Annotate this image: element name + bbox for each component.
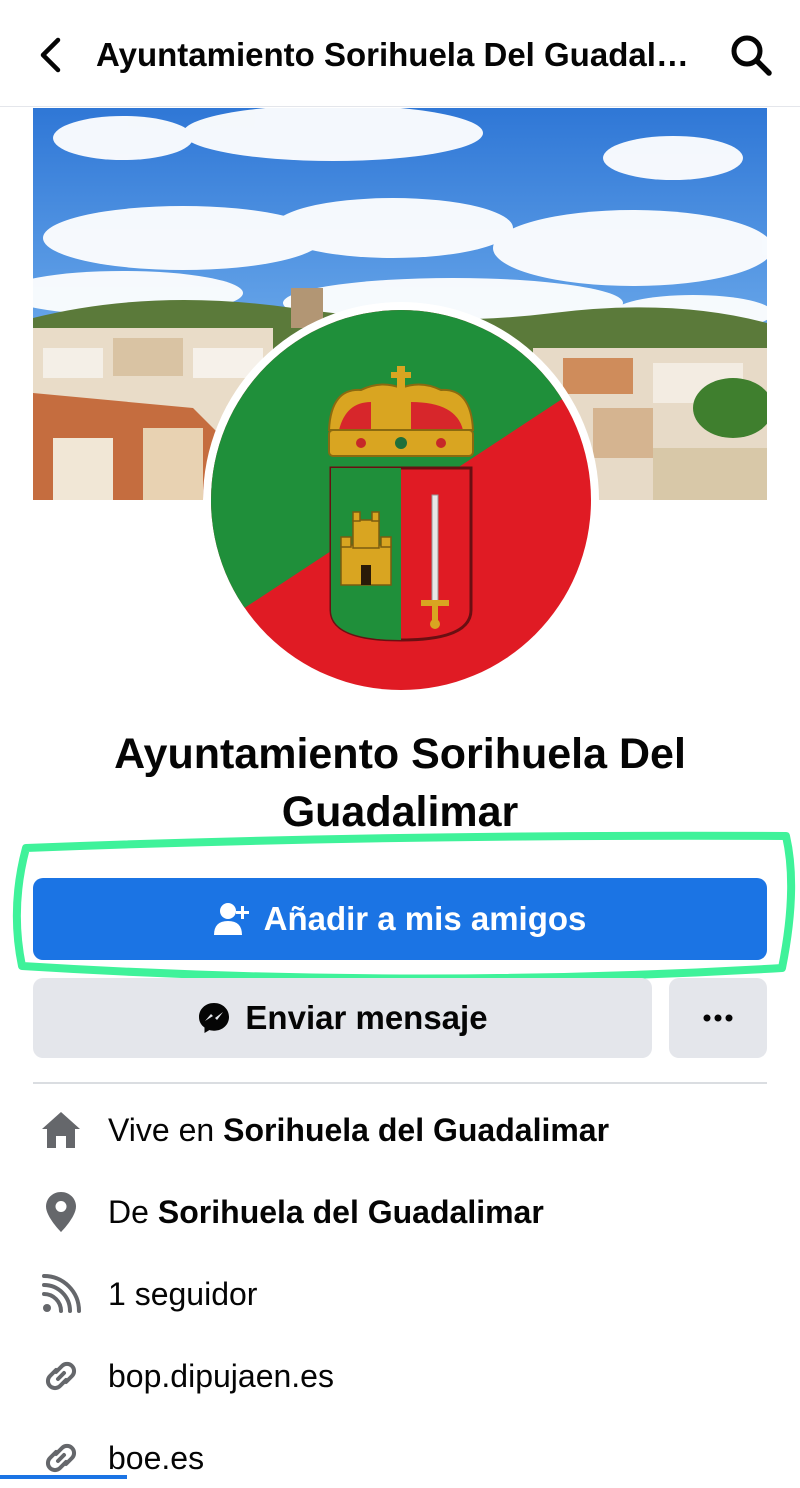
link-icon <box>33 1348 89 1404</box>
back-arrow-icon <box>40 37 61 73</box>
detail-from: De Sorihuela del Guadalimar <box>33 1182 773 1242</box>
followers-link[interactable]: 1 seguidor <box>108 1276 257 1313</box>
detail-website-1: bop.dipujaen.es <box>33 1346 773 1406</box>
shield-emblem <box>329 466 473 642</box>
send-message-label: Enviar mensaje <box>245 999 488 1036</box>
send-message-button[interactable]: Enviar mensaje <box>33 978 652 1058</box>
from-link[interactable]: Sorihuela del Guadalimar <box>158 1194 544 1231</box>
more-dots-icon <box>703 1014 733 1022</box>
detail-website-2: boe.es <box>33 1428 773 1488</box>
section-divider <box>33 1082 767 1084</box>
profile-picture <box>211 310 591 690</box>
rss-icon <box>33 1266 89 1322</box>
add-friend-button[interactable]: Añadir a mis amigos <box>33 878 767 960</box>
add-person-icon <box>213 903 249 935</box>
add-friend-label: Añadir a mis amigos <box>263 900 587 937</box>
location-pin-icon <box>33 1184 89 1240</box>
profile-picture-frame[interactable] <box>203 302 599 698</box>
website-link-1[interactable]: bop.dipujaen.es <box>108 1358 334 1395</box>
website-link-2[interactable]: boe.es <box>108 1440 204 1477</box>
profile-name: Ayuntamiento Sorihuela Del Guadalimar <box>114 730 686 836</box>
search-button[interactable] <box>724 28 778 82</box>
detail-followers: 1 seguidor <box>33 1264 773 1324</box>
back-button[interactable] <box>28 30 72 80</box>
more-options-button[interactable] <box>669 978 767 1058</box>
messenger-icon <box>199 1003 230 1033</box>
page-title: Ayuntamiento Sorihuela Del Guadal… <box>96 36 689 73</box>
search-icon <box>731 35 772 76</box>
home-icon <box>33 1102 89 1158</box>
lives-in-link[interactable]: Sorihuela del Guadalimar <box>223 1112 609 1149</box>
scroll-indicator <box>0 1475 127 1479</box>
detail-lives-in: Vive en Sorihuela del Guadalimar <box>33 1100 773 1160</box>
top-navigation-bar: Ayuntamiento Sorihuela Del Guadal… <box>0 0 800 107</box>
